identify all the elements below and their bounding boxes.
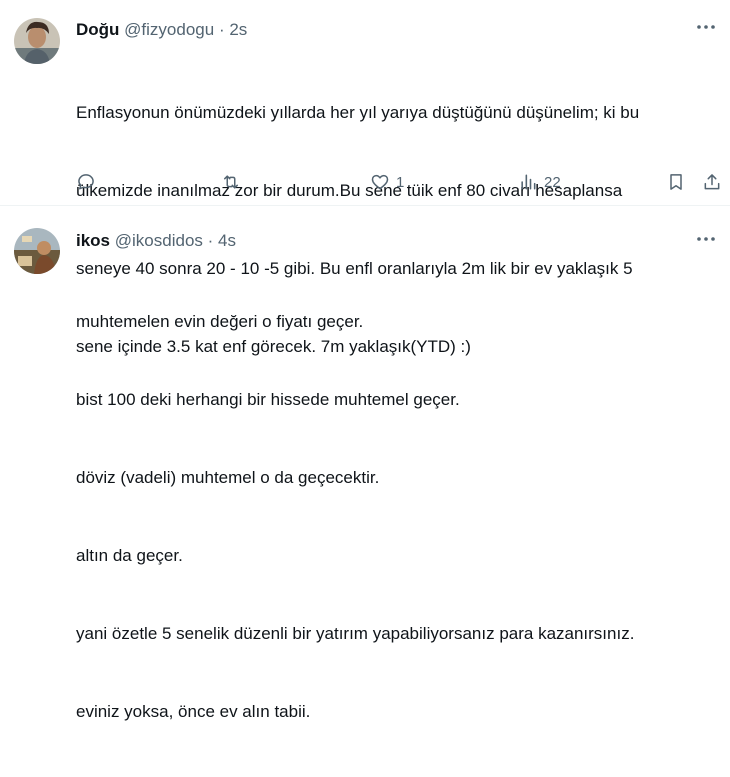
timestamp[interactable]: 4s <box>218 231 236 250</box>
bookmark-icon <box>670 174 682 190</box>
tweet[interactable]: Doğu @fizyodogu · 2s Enflasyonun önümüzd… <box>0 0 730 356</box>
tweet-actions: 1 22 <box>76 170 720 194</box>
tweet-text-line: muhtemelen evin değeri o fiyatı geçer. <box>76 312 364 331</box>
share-button[interactable] <box>702 170 722 194</box>
reply-button[interactable] <box>76 170 96 194</box>
views-button[interactable]: 22 <box>518 170 561 194</box>
heart-icon <box>371 174 389 190</box>
more-horizontal-icon[interactable] <box>696 229 716 254</box>
reply-icon <box>78 174 94 190</box>
tweet[interactable]: ikos @ikosdidos · 4s muhtemelen evin değ… <box>0 206 730 721</box>
retweet-icon <box>224 175 238 189</box>
author-handle[interactable]: @ikosdidos <box>115 231 203 250</box>
separator: · <box>207 231 214 250</box>
avatar[interactable] <box>14 18 60 64</box>
author-name[interactable]: ikos <box>76 231 110 250</box>
tweet-text-line: Enflasyonun önümüzdeki yıllarda her yıl … <box>76 103 640 122</box>
tweet-text: muhtemelen evin değeri o fiyatı geçer. b… <box>76 257 716 777</box>
author-handle[interactable]: @fizyodogu <box>124 20 214 39</box>
retweet-button[interactable] <box>221 170 241 194</box>
more-horizontal-icon[interactable] <box>696 17 716 42</box>
tweet-text-line: altın da geçer. <box>76 546 183 565</box>
views-icon <box>521 174 536 190</box>
tweet-header: ikos @ikosdidos · 4s <box>76 231 236 251</box>
author-name[interactable]: Doğu <box>76 20 119 39</box>
timestamp[interactable]: 2s <box>229 20 247 39</box>
views-count: 22 <box>544 173 561 191</box>
tweet-text-line: bist 100 deki herhangi bir hissede muhte… <box>76 390 460 409</box>
bookmark-button[interactable] <box>666 170 686 194</box>
tweet-text-line: yani özetle 5 senelik düzenli bir yatırı… <box>76 624 635 643</box>
tweet-text-line: döviz (vadeli) muhtemel o da geçecektir. <box>76 468 380 487</box>
like-button[interactable]: 1 <box>370 170 404 194</box>
avatar[interactable] <box>14 228 60 274</box>
share-icon <box>704 174 720 190</box>
tweet-text-line: eviniz yoksa, önce ev alın tabii. <box>76 702 311 721</box>
tweet-header: Doğu @fizyodogu · 2s <box>76 20 247 40</box>
separator: · <box>218 20 225 39</box>
like-count: 1 <box>396 173 405 191</box>
